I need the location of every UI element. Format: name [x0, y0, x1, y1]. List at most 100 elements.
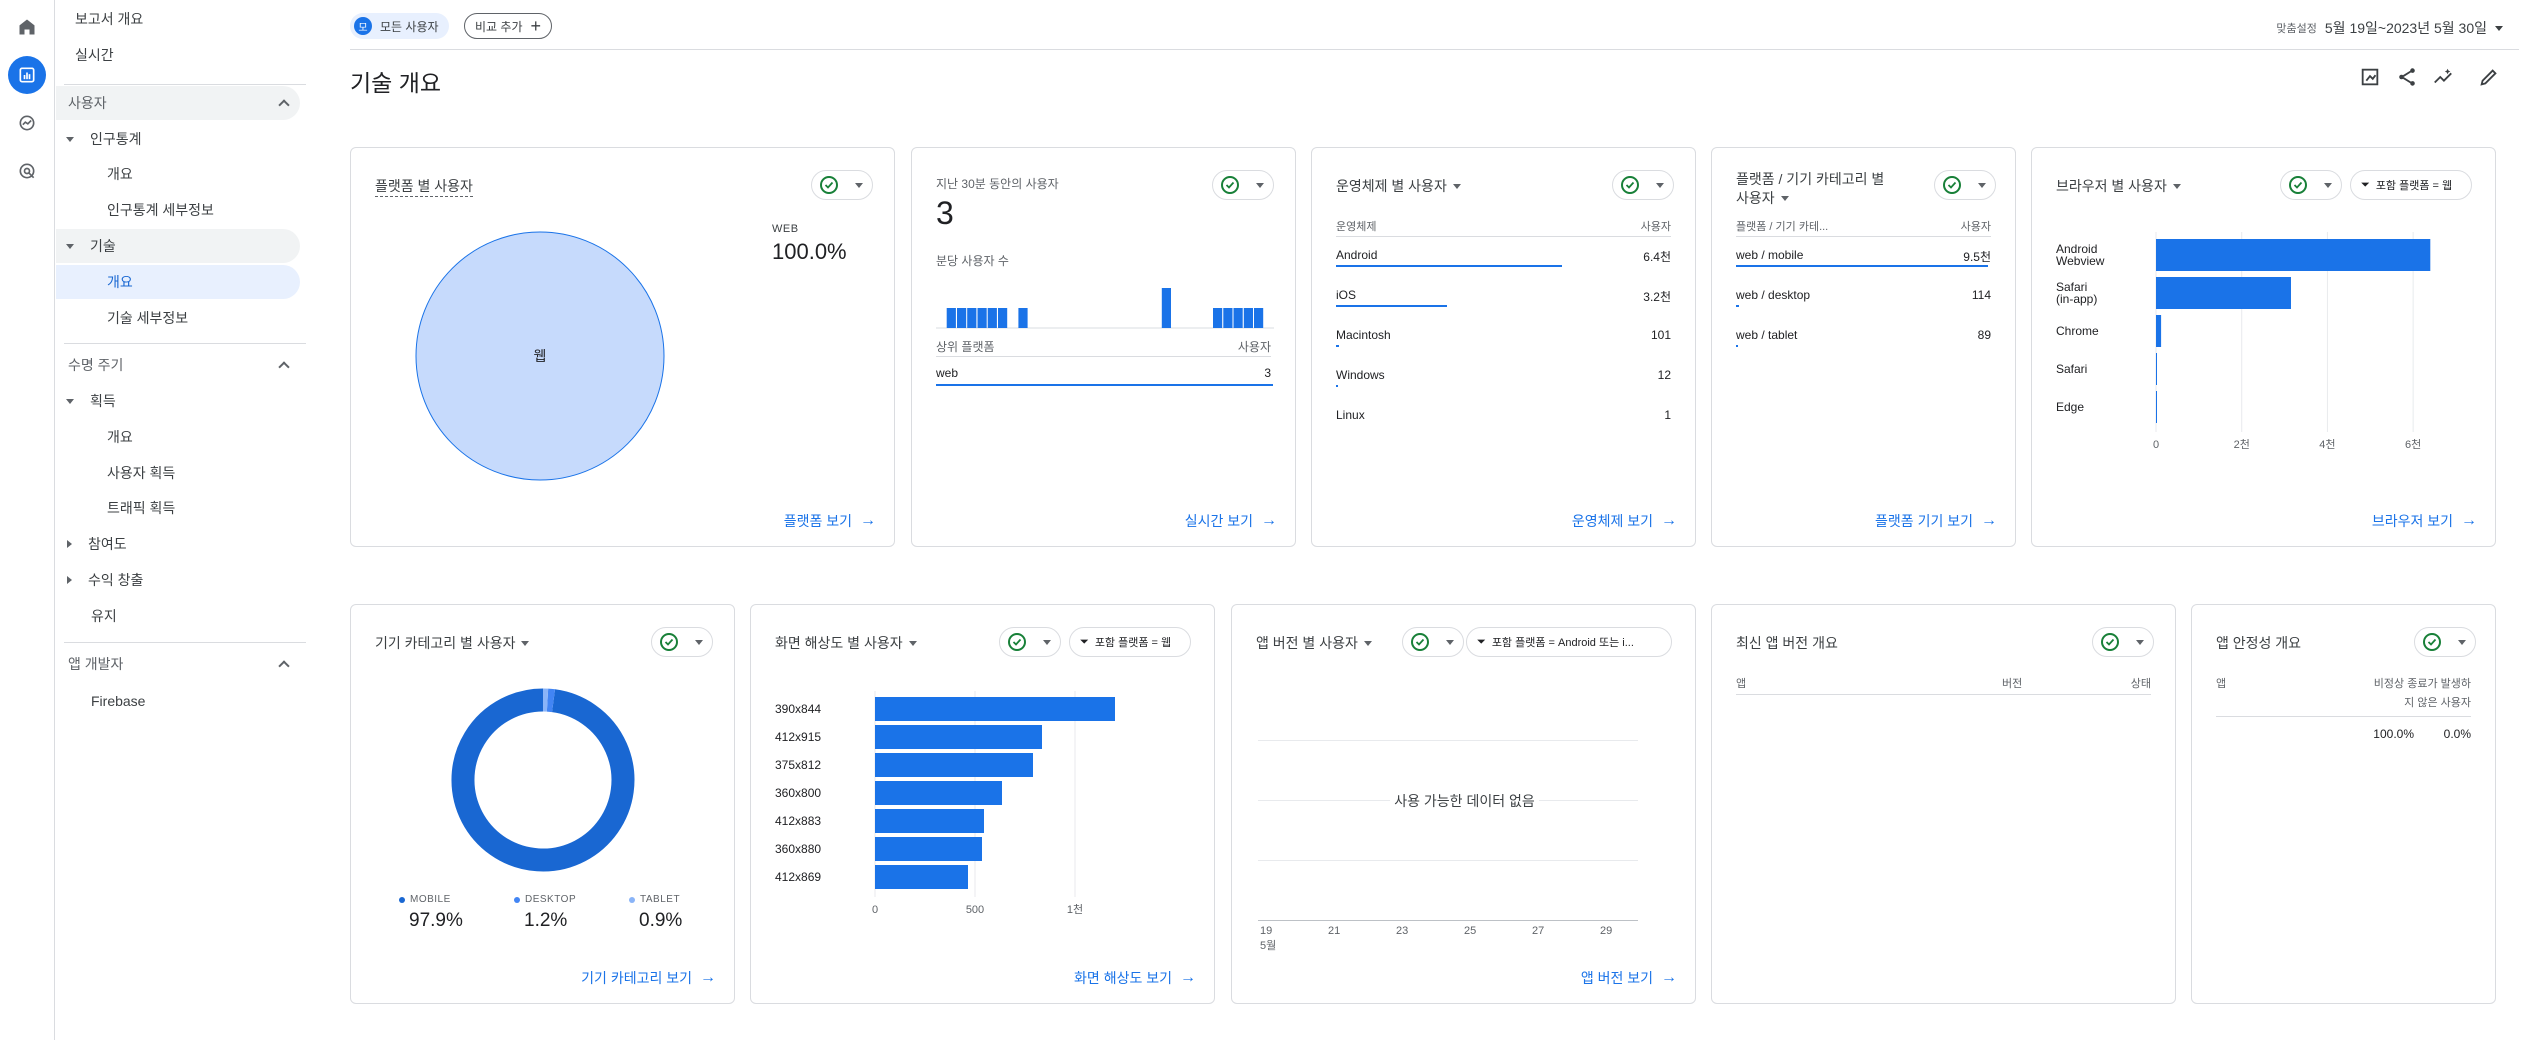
platform-device-row-value: 9.5천 [1963, 250, 1991, 264]
add-comparison-button[interactable]: 비교 추가 + [464, 13, 553, 39]
compare-toggle[interactable] [1934, 170, 1996, 200]
divider [64, 84, 306, 85]
bar [875, 725, 1042, 749]
no-data-message: 사용 가능한 데이터 없음 [1232, 791, 1697, 811]
arrow-right-icon: → [1261, 512, 1277, 529]
x-tick-label: 21 [1328, 925, 1341, 937]
legend-dot [399, 896, 405, 903]
os-card-title[interactable]: 운영체제 별 사용자 [1336, 176, 1461, 196]
caret-down-icon [2458, 639, 2466, 645]
browser-card-title[interactable]: 브라우저 별 사용자 [2056, 176, 2181, 196]
bar [875, 753, 1033, 777]
app-stability-title: 앱 안정성 개요 [2216, 635, 2302, 651]
view-screen-resolution-link[interactable]: 화면 해상도 보기 → [1074, 968, 1196, 988]
minute-bar [1018, 308, 1028, 328]
icon-rail [0, 0, 55, 1040]
explore-icon[interactable] [8, 104, 46, 142]
category-label: 375x812 [775, 758, 821, 772]
platform-filter-chip[interactable]: ⏷ 포함 플랫폼 = 웹 [2350, 170, 2472, 200]
stability-col1-header: 앱 [2216, 678, 2227, 690]
caret-down-icon [1256, 182, 1264, 188]
view-platform-device-link[interactable]: 플랫폼 기기 보기 → [1875, 511, 1997, 531]
advertising-icon[interactable] [8, 152, 46, 190]
view-os-link[interactable]: 운영체제 보기 → [1572, 511, 1677, 531]
reports-icon[interactable] [8, 56, 46, 94]
share-icon[interactable] [2396, 66, 2418, 88]
nav-report-overview[interactable]: 보고서 개요 [75, 2, 143, 36]
platform-device-row-label: web / mobile [1736, 248, 1804, 262]
nav-traffic-acquisition[interactable]: 트래픽 획득 [107, 491, 175, 525]
view-app-version-link[interactable]: 앱 버전 보기 → [1581, 968, 1677, 988]
nav-demographics-details[interactable]: 인구통계 세부정보 [107, 193, 214, 227]
nav-section-app-dev[interactable]: 앱 개발자 [56, 647, 300, 681]
screen-resolution-title[interactable]: 화면 해상도 별 사용자 [775, 633, 917, 653]
platform-device-row-value: 89 [1977, 328, 1991, 342]
nav-demographics-overview[interactable]: 개요 [107, 157, 133, 191]
bar [2156, 315, 2162, 347]
view-browser-link[interactable]: 브라우저 보기 → [2372, 511, 2477, 531]
date-range-picker[interactable]: 맞춤설정 5월 19일~2023년 5월 30일 [2276, 18, 2503, 38]
platform-device-title[interactable]: 플랫폼 / 기기 카테고리 별 사용자 [1736, 170, 1884, 208]
customize-report-icon[interactable] [2359, 66, 2381, 88]
bar [2156, 239, 2431, 271]
nav-tech-details[interactable]: 기술 세부정보 [107, 301, 188, 335]
nav-acquisition[interactable]: 획득 [66, 384, 116, 418]
os-row-value: 101 [1650, 328, 1671, 342]
compare-toggle[interactable] [811, 170, 873, 200]
caret-down-icon [1043, 639, 1051, 645]
nav-tech-overview[interactable]: 개요 [56, 265, 300, 299]
compare-toggle[interactable] [1612, 170, 1674, 200]
compare-toggle[interactable] [651, 627, 713, 657]
nav-acquisition-overview[interactable]: 개요 [107, 420, 133, 454]
divider [1736, 236, 1991, 237]
compare-toggle[interactable] [1212, 170, 1274, 200]
view-platform-device-label: 플랫폼 기기 보기 [1875, 513, 1973, 529]
nav-user-acquisition[interactable]: 사용자 획득 [107, 456, 175, 490]
nav-tech[interactable]: 기술 [56, 229, 300, 263]
divider [1336, 236, 1671, 237]
home-icon[interactable] [8, 8, 46, 46]
latest-app-version-card: 최신 앱 버전 개요 앱 버전 상태 [1711, 604, 2176, 1004]
category-label: 412x915 [775, 730, 821, 744]
category-label: Edge [2056, 400, 2084, 414]
chevron-up-icon [278, 361, 290, 373]
nav-demographics[interactable]: 인구통계 [66, 122, 142, 156]
view-platform-label: 플랫폼 보기 [783, 513, 852, 529]
platform-filter-chip[interactable]: ⏷ 포함 플랫폼 = 웹 [1069, 627, 1191, 657]
latest-app-col2-header: 버전 [2002, 678, 2023, 690]
compare-toggle[interactable] [2414, 627, 2476, 657]
compare-toggle[interactable] [2280, 170, 2342, 200]
nav-section-users[interactable]: 사용자 [56, 86, 300, 120]
compare-toggle[interactable] [2092, 627, 2154, 657]
os-col1-header: 운영체제 [1336, 221, 1377, 233]
insights-icon[interactable] [2432, 66, 2454, 88]
view-device-category-link[interactable]: 기기 카테고리 보기 → [581, 968, 716, 988]
compare-toggle[interactable] [1402, 627, 1464, 657]
nav-section-lifecycle[interactable]: 수명 주기 [56, 348, 300, 382]
arrow-right-icon: → [1180, 969, 1196, 986]
view-realtime-link[interactable]: 실시간 보기 → [1185, 511, 1277, 531]
os-row-share-bar [1336, 305, 1447, 307]
category-label: 360x880 [775, 842, 821, 856]
os-row-value: 12 [1657, 368, 1671, 382]
edit-icon[interactable] [2478, 66, 2500, 88]
nav-firebase[interactable]: Firebase [91, 684, 145, 718]
caret-down-icon [1363, 640, 1372, 646]
x-tick-label: 1천 [1067, 902, 1083, 916]
platform-device-row-share-bar [1736, 265, 1988, 267]
view-platform-link[interactable]: 플랫폼 보기 → [784, 511, 876, 531]
app-version-title[interactable]: 앱 버전 별 사용자 [1256, 633, 1372, 653]
category-label: 412x883 [775, 814, 821, 828]
caret-down-icon [2324, 182, 2332, 188]
platform-device-row-share-bar [1736, 305, 1739, 307]
nav-retention[interactable]: 유지 [91, 599, 117, 633]
platform-filter-chip[interactable]: ⏷ 포함 플랫폼 = Android 또는 i... [1466, 627, 1672, 657]
device-category-title[interactable]: 기기 카테고리 별 사용자 [375, 633, 530, 653]
segment-chip-all-users[interactable]: 모 모든 사용자 [350, 13, 449, 39]
nav-realtime[interactable]: 실시간 [75, 38, 114, 72]
browser-card-title-label: 브라우저 별 사용자 [2056, 178, 2167, 194]
no-data-message-text: 사용 가능한 데이터 없음 [1390, 793, 1539, 809]
nav-engagement[interactable]: 참여도 [67, 527, 127, 561]
compare-toggle[interactable] [999, 627, 1061, 657]
nav-monetization[interactable]: 수익 창출 [67, 563, 143, 597]
